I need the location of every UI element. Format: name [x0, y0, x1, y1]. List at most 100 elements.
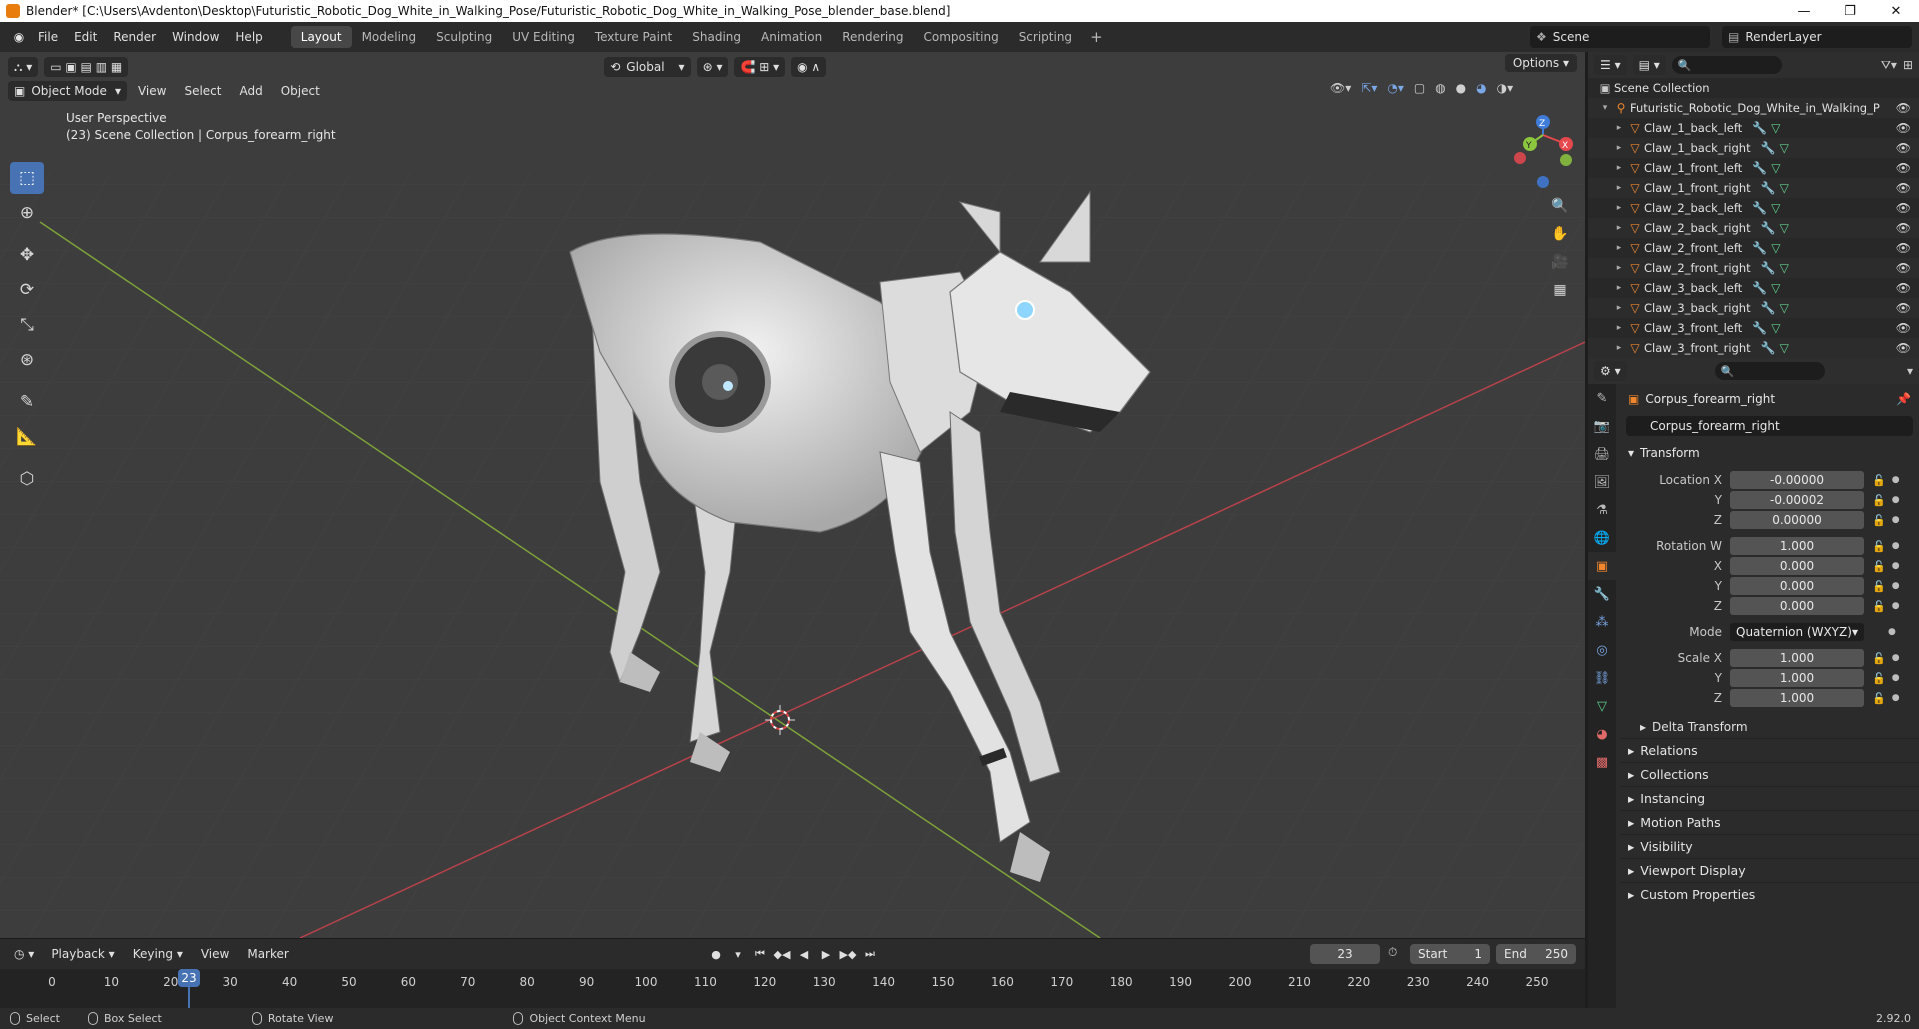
next-keyframe-icon[interactable]: ▶◆ [838, 944, 858, 964]
jump-start-icon[interactable]: ⏮ [750, 944, 770, 964]
panel-visibility[interactable]: ▸ Visibility [1620, 834, 1919, 858]
panel-relations[interactable]: ▸ Relations [1620, 738, 1919, 762]
keyframe-dot-icon[interactable]: ● [1892, 601, 1900, 611]
outliner-object-row[interactable]: ▸ ▽ Claw_1_back_left 🔧 ▽ 👁 [1588, 118, 1919, 138]
zoom-icon[interactable]: 🔍 [1547, 192, 1573, 220]
view-layer-selector[interactable]: ▤ RenderLayer [1722, 26, 1912, 48]
wireframe-shading-icon[interactable]: ◍ [1435, 81, 1445, 95]
modifier-wrench-icon[interactable]: 🔧 [1761, 141, 1776, 155]
rotation-z-field[interactable]: 0.000 [1730, 597, 1864, 615]
expand-right-icon[interactable]: ▸ [1612, 323, 1626, 333]
scene-tab-icon[interactable]: ⚗ [1588, 496, 1616, 524]
modifier-wrench-icon[interactable]: 🔧 [1752, 241, 1767, 255]
mesh-data-icon[interactable]: ▽ [1771, 121, 1780, 135]
rotation-x-field[interactable]: 0.000 [1730, 557, 1864, 575]
keyframe-dot-icon[interactable]: ● [1892, 475, 1900, 485]
keyframe-dot-icon[interactable]: ● [1892, 693, 1900, 703]
data-tab-icon[interactable]: ▽ [1588, 692, 1616, 720]
viewport-menu-object[interactable]: Object [274, 84, 327, 98]
menu-help[interactable]: Help [227, 30, 270, 44]
outliner-object-row[interactable]: ▸ ▽ Claw_3_front_right 🔧 ▽ 👁 [1588, 338, 1919, 358]
mesh-data-icon[interactable]: ▽ [1780, 301, 1789, 315]
transform-orientation-dropdown[interactable]: ⟲ Global ▾ [604, 57, 691, 77]
outliner-object-row[interactable]: ▸ ▽ Claw_1_front_left 🔧 ▽ 👁 [1588, 158, 1919, 178]
viewport-menu-select[interactable]: Select [177, 84, 228, 98]
modifier-wrench-icon[interactable]: 🔧 [1752, 121, 1767, 135]
lock-icon[interactable]: 🔓 [1872, 560, 1886, 573]
eye-icon[interactable]: 👁 [1896, 321, 1911, 335]
keyframe-dot-icon[interactable]: ● [1892, 653, 1900, 663]
expand-right-icon[interactable]: ▸ [1612, 163, 1626, 173]
eye-icon[interactable]: 👁 [1896, 281, 1911, 295]
material-shading-icon[interactable]: ◕ [1476, 81, 1486, 95]
workspace-tab-scripting[interactable]: Scripting [1009, 26, 1082, 48]
eye-icon[interactable]: 👁 [1896, 101, 1911, 115]
panel-custom-properties[interactable]: ▸ Custom Properties [1620, 882, 1919, 906]
menu-window[interactable]: Window [164, 30, 227, 44]
overlay-toggle-icon[interactable]: ◔▾ [1387, 81, 1404, 95]
object-mode-dropdown[interactable]: ▣ Object Mode ▾ [8, 81, 127, 101]
workspace-tab-modeling[interactable]: Modeling [352, 26, 427, 48]
lock-icon[interactable]: 🔓 [1872, 672, 1886, 685]
mesh-data-icon[interactable]: ▽ [1780, 261, 1789, 275]
scale-x-field[interactable]: 1.000 [1730, 649, 1864, 667]
display-mode-button[interactable]: ▤ ▾ [1632, 55, 1666, 75]
outliner-object-row[interactable]: ▸ ▽ Claw_2_front_left 🔧 ▽ 👁 [1588, 238, 1919, 258]
chevron-down-icon[interactable]: ▾ [1907, 364, 1913, 378]
timeline-editor-type-button[interactable]: ◷ ▾ [8, 944, 41, 964]
workspace-tab-uv-editing[interactable]: UV Editing [502, 26, 585, 48]
modifier-wrench-icon[interactable]: 🔧 [1761, 261, 1776, 275]
3d-viewport[interactable]: Z X Y ⛬ ▾ ▭ ▣ ▤ ▥ ▦ ⟲ Global ▾ ⊛ ▾ 🧲 ⊞ ▾… [0, 52, 1585, 938]
lock-icon[interactable]: 🔓 [1872, 540, 1886, 553]
location-z-field[interactable]: 0.00000 [1730, 511, 1864, 529]
solid-shading-icon[interactable]: ● [1456, 81, 1466, 95]
pivot-point-button[interactable]: ⊛ ▾ [696, 57, 729, 77]
transform-tool-icon[interactable]: ⊛ [10, 344, 44, 376]
eye-icon[interactable]: 👁 [1896, 261, 1911, 275]
timeline-menu-keying[interactable]: Keying ▾ [126, 947, 190, 961]
properties-editor[interactable]: ⚙ ▾ 🔍 ▾ ✎ 📷 🖨 🖼 ⚗ 🌐 ▣ 🔧 ⁂ ◎ ⛓ ▽ ◕ ▩ ▣ Co… [1588, 358, 1919, 1008]
move-tool-icon[interactable]: ✥ [10, 239, 44, 271]
workspace-tab-layout[interactable]: Layout [290, 26, 352, 48]
select-mode-icons[interactable]: ▭ ▣ ▤ ▥ ▦ [44, 57, 129, 77]
outliner-object-row[interactable]: ▸ ▽ Claw_3_back_left 🔧 ▽ 👁 [1588, 278, 1919, 298]
texture-tab-icon[interactable]: ▩ [1588, 748, 1616, 776]
modifier-wrench-icon[interactable]: 🔧 [1752, 281, 1767, 295]
modifier-wrench-icon[interactable]: 🔧 [1761, 341, 1776, 355]
expand-right-icon[interactable]: ▸ [1612, 243, 1626, 253]
blender-logo-icon[interactable]: ◉ [8, 26, 30, 48]
proportional-edit-button[interactable]: ◉ ∧ [791, 57, 827, 77]
expand-right-icon[interactable]: ▸ [1612, 343, 1626, 353]
scale-z-field[interactable]: 1.000 [1730, 689, 1864, 707]
lock-icon[interactable]: 🔓 [1872, 474, 1886, 487]
keyframe-dot-icon[interactable]: ● [1892, 495, 1900, 505]
gizmo-toggle-icon[interactable]: ⇱▾ [1361, 81, 1377, 95]
modifier-tab-icon[interactable]: 🔧 [1588, 580, 1616, 608]
timeline-menu-marker[interactable]: Marker [240, 947, 295, 961]
outliner-editor-type-button[interactable]: ☰ ▾ [1594, 55, 1627, 75]
camera-view-icon[interactable]: 🎥 [1547, 248, 1573, 276]
properties-search-input[interactable]: 🔍 [1714, 362, 1825, 380]
panel-motion-paths[interactable]: ▸ Motion Paths [1620, 810, 1919, 834]
keyframe-dot-icon[interactable]: ● [1892, 515, 1900, 525]
close-button[interactable]: ✕ [1873, 0, 1919, 22]
lock-icon[interactable]: 🔓 [1872, 600, 1886, 613]
scale-tool-icon[interactable]: ⤡ [10, 309, 44, 341]
panel-viewport-display[interactable]: ▸ Viewport Display [1620, 858, 1919, 882]
filter-icon[interactable]: ⛛▾ [1881, 58, 1897, 73]
rendered-shading-icon[interactable]: ◑▾ [1497, 81, 1514, 95]
keyframe-dot-icon[interactable]: ● [1892, 561, 1900, 571]
cursor-tool-icon[interactable]: ⊕ [10, 197, 44, 229]
end-frame-field[interactable]: End 250 [1496, 944, 1576, 964]
outliner-collection-row[interactable]: ▾ ⚲ Futuristic_Robotic_Dog_White_in_Walk… [1588, 98, 1919, 118]
eye-icon[interactable]: 👁 [1896, 241, 1911, 255]
location-y-field[interactable]: -0.00002 [1730, 491, 1864, 509]
particles-tab-icon[interactable]: ⁂ [1588, 608, 1616, 636]
workspace-tab-rendering[interactable]: Rendering [832, 26, 913, 48]
eye-icon[interactable]: 👁 [1896, 221, 1911, 235]
outliner-object-row[interactable]: ▸ ▽ Claw_1_front_right 🔧 ▽ 👁 [1588, 178, 1919, 198]
eye-icon[interactable]: 👁 [1896, 301, 1911, 315]
outliner-object-row[interactable]: ▸ ▽ Claw_3_front_left 🔧 ▽ 👁 [1588, 318, 1919, 338]
expand-right-icon[interactable]: ▸ [1612, 263, 1626, 273]
annotate-tool-icon[interactable]: ✎ [10, 386, 44, 418]
